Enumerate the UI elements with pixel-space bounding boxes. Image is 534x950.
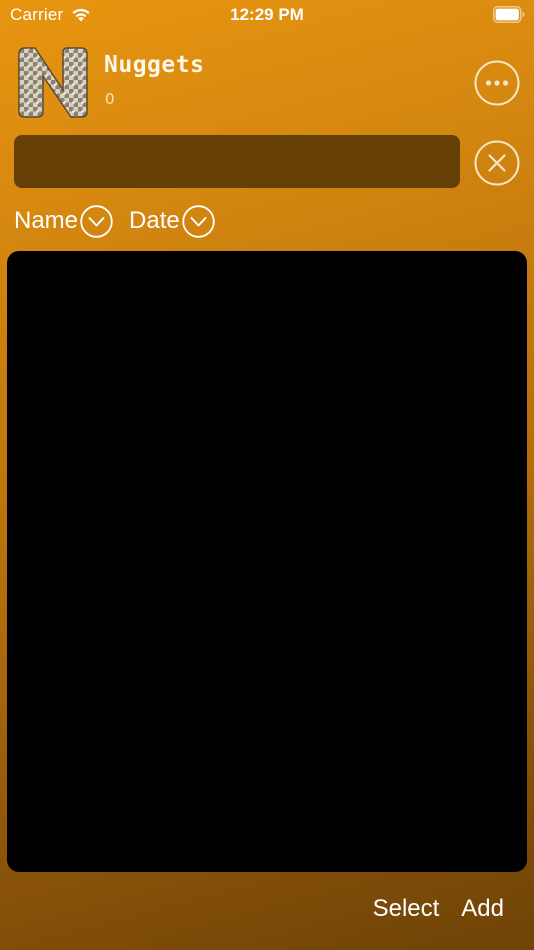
select-button[interactable]: Select xyxy=(373,895,440,923)
nuggets-list[interactable] xyxy=(7,251,527,872)
sort-bar: Name Date xyxy=(14,203,231,239)
item-count: 0 xyxy=(105,90,115,108)
battery-icon xyxy=(493,6,525,23)
status-bar: Carrier 12:29 PM xyxy=(0,0,534,30)
sort-name-label: Name xyxy=(14,207,79,234)
app-logo-icon xyxy=(18,47,88,118)
app-title: Nuggets xyxy=(104,52,205,78)
clear-search-button[interactable] xyxy=(474,140,520,186)
sort-date-label: Date xyxy=(129,207,180,234)
sort-by-date-button[interactable]: Date xyxy=(129,204,215,238)
bottom-toolbar: Select Add xyxy=(351,895,504,923)
chevron-down-circle-icon xyxy=(182,204,215,238)
sort-by-name-button[interactable]: Name xyxy=(14,204,113,238)
more-options-button[interactable] xyxy=(474,60,520,106)
chevron-down-circle-icon xyxy=(80,204,113,238)
status-time: 12:29 PM xyxy=(230,5,304,24)
add-button[interactable]: Add xyxy=(461,895,504,923)
search-input[interactable] xyxy=(14,135,460,188)
